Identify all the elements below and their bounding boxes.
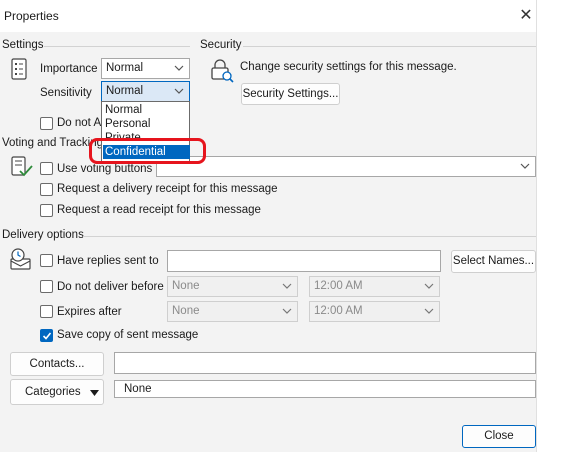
sensitivity-option-normal[interactable]: Normal <box>103 103 190 117</box>
title-bar <box>0 0 536 32</box>
delivery-receipt-checkbox[interactable] <box>40 183 53 196</box>
expires-after-date-value: None <box>172 305 200 317</box>
replies-sent-to-input[interactable] <box>167 250 441 272</box>
delivery-section-label: Delivery options <box>2 229 84 241</box>
voting-section-label: Voting and Tracking <box>2 137 104 149</box>
highlight-annotation <box>89 138 206 164</box>
settings-divider <box>44 46 190 47</box>
contacts-button[interactable]: Contacts... <box>10 352 104 376</box>
save-copy-label: Save copy of sent message <box>57 329 199 341</box>
security-lock-icon <box>210 57 234 83</box>
sensitivity-label: Sensitivity <box>40 87 92 99</box>
chevron-down-icon <box>520 163 530 169</box>
importance-select[interactable]: Normal <box>101 58 190 79</box>
replies-sent-to-checkbox[interactable] <box>40 254 53 267</box>
sensitivity-option-personal[interactable]: Personal <box>103 117 190 131</box>
delivery-clock-icon <box>9 247 33 271</box>
window-title: Properties <box>4 9 59 23</box>
read-receipt-label: Request a read receipt for this message <box>57 204 261 216</box>
replies-sent-to-label: Have replies sent to <box>57 255 159 267</box>
voting-buttons-select[interactable] <box>156 156 536 177</box>
read-receipt-checkbox[interactable] <box>40 204 53 217</box>
close-button[interactable]: Close <box>462 425 536 448</box>
do-not-deliver-time[interactable]: 12:00 AM <box>309 276 440 297</box>
sensitivity-value: Normal <box>106 85 144 97</box>
expires-after-checkbox[interactable] <box>40 305 53 318</box>
categories-field: None <box>114 380 536 398</box>
do-not-deliver-label: Do not deliver before <box>57 281 164 293</box>
expires-after-label: Expires after <box>57 306 122 318</box>
categories-button[interactable]: Categories <box>10 379 104 405</box>
security-settings-button[interactable]: Security Settings... <box>241 83 340 105</box>
security-description: Change security settings for this messag… <box>240 61 457 73</box>
delivery-divider <box>83 236 536 237</box>
delivery-receipt-label: Request a delivery receipt for this mess… <box>57 183 278 195</box>
do-not-deliver-time-value: 12:00 AM <box>314 280 363 292</box>
chevron-down-icon <box>174 65 184 71</box>
properties-dialog: Properties ✕ Settings Security Importanc… <box>0 0 537 452</box>
chevron-down-icon <box>424 308 434 314</box>
chevron-down-icon <box>282 283 292 289</box>
save-copy-checkbox[interactable] <box>40 329 53 342</box>
expires-after-time-value: 12:00 AM <box>314 305 363 317</box>
do-not-autoarchive-label: Do not Au <box>57 117 108 129</box>
chevron-down-icon <box>174 88 184 94</box>
expires-after-time[interactable]: 12:00 AM <box>309 301 440 322</box>
chevron-down-icon <box>282 308 292 314</box>
do-not-deliver-date-value: None <box>172 280 200 292</box>
select-names-button[interactable]: Select Names... <box>451 250 536 273</box>
do-not-autoarchive-checkbox[interactable] <box>40 117 53 130</box>
security-section-label: Security <box>200 39 242 51</box>
sensitivity-select[interactable]: Normal <box>101 81 190 102</box>
use-voting-buttons-label: Use voting buttons <box>57 163 153 175</box>
importance-label: Importance <box>40 63 98 75</box>
chevron-down-icon <box>424 283 434 289</box>
do-not-deliver-checkbox[interactable] <box>40 280 53 293</box>
categories-button-label: Categories <box>25 386 81 398</box>
checkmark-icon <box>42 332 52 340</box>
expires-after-date[interactable]: None <box>167 301 298 322</box>
contacts-input[interactable] <box>114 352 536 374</box>
dropdown-arrow-icon <box>90 390 99 396</box>
voting-check-icon <box>11 156 33 178</box>
settings-list-icon <box>11 58 27 80</box>
use-voting-buttons-checkbox[interactable] <box>40 162 53 175</box>
security-divider <box>243 46 536 47</box>
close-icon[interactable]: ✕ <box>516 6 536 26</box>
do-not-deliver-date[interactable]: None <box>167 276 298 297</box>
importance-value: Normal <box>106 62 144 74</box>
categories-value: None <box>124 383 152 395</box>
settings-section-label: Settings <box>2 39 44 51</box>
